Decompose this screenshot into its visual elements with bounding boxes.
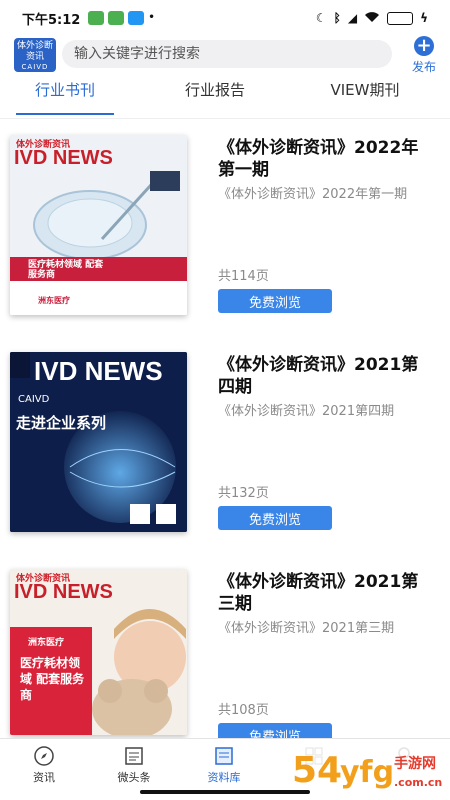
signal-icon: ◢	[347, 11, 358, 25]
cover-masthead: IVD NEWS	[34, 356, 163, 386]
bluetooth-icon: ᛒ	[333, 11, 341, 25]
item-page-count: 共108页	[218, 703, 269, 718]
app-header: 体外诊断 资讯 CAIVD + 发布	[0, 36, 450, 76]
cover-headline: 医疗耗材领域 配套服务商	[28, 260, 104, 280]
status-bar: 下午5:12 • ☾ ᛒ ◢ ϟ	[0, 0, 450, 36]
item-title[interactable]: 《体外诊断资讯》2022年第一期	[218, 137, 433, 181]
app-logo[interactable]: 体外诊断 资讯 CAIVD	[14, 38, 56, 72]
status-notification-icons: •	[88, 11, 155, 25]
item-title[interactable]: 《体外诊断资讯》2021第四期	[218, 354, 433, 398]
magazine-cover[interactable]: 体外诊断资讯 IVD NEWS 医疗耗材领域 配套服务商 洲东医疗	[10, 135, 187, 315]
newspaper-icon	[125, 747, 143, 765]
nav-news[interactable]: 资讯	[14, 745, 74, 785]
tab-industry-publications[interactable]: 行业书刊	[16, 78, 114, 118]
dot-icon: •	[148, 12, 155, 23]
cover-masthead: IVD NEWS	[14, 581, 113, 603]
magazine-cover[interactable]: 体外诊断资讯 IVD NEWS 洲东医疗 医疗耗材领域 配套服务商	[10, 569, 187, 735]
app-notification-icon	[108, 11, 125, 25]
app-notification-icon	[128, 11, 145, 25]
item-description: 《体外诊断资讯》2021第四期	[218, 404, 395, 419]
logo-text-1: 体外诊断	[16, 41, 53, 51]
category-tabs: 行业书刊 行业报告 VIEW期刊	[0, 78, 450, 118]
tab-divider	[0, 118, 450, 119]
tab-view-journal[interactable]: VIEW期刊	[310, 78, 420, 118]
cover-brand: 洲东医疗	[28, 638, 65, 648]
nav-label: 资料库	[207, 771, 241, 784]
library-icon	[215, 747, 233, 765]
free-read-button[interactable]: 免费浏览	[218, 289, 332, 313]
logo-sub: CAIVD	[21, 63, 49, 71]
publish-label: 发布	[411, 60, 436, 74]
moon-icon: ☾	[315, 11, 327, 25]
active-tab-indicator	[16, 113, 114, 115]
free-read-button[interactable]: 免费浏览	[218, 506, 332, 530]
svg-text:yfg: yfg	[340, 755, 394, 790]
cover-masthead: IVD NEWS	[14, 147, 113, 169]
cover-headline: 医疗耗材领域 配套服务商	[20, 656, 85, 702]
tab-industry-reports[interactable]: 行业报告	[160, 78, 270, 118]
status-time: 下午5:12	[22, 12, 81, 28]
search-input[interactable]	[62, 40, 392, 68]
item-description: 《体外诊断资讯》2021第三期	[218, 621, 395, 636]
publish-button[interactable]: + 发布	[404, 36, 444, 76]
status-indicators: ☾ ᛒ ◢ ϟ	[316, 11, 428, 26]
list-item[interactable]: IVD NEWS CAIVD 走进企业系列 《体外诊断资讯》2021第四期 《体…	[0, 352, 450, 562]
home-indicator	[140, 790, 310, 794]
item-description: 《体外诊断资讯》2022年第一期	[218, 187, 408, 202]
cover-brand: 洲东医疗	[38, 296, 70, 305]
svg-text:手游网: 手游网	[394, 755, 436, 772]
watermark-digits: 54	[292, 750, 342, 791]
battery-icon	[387, 11, 414, 25]
list-item[interactable]: 体外诊断资讯 IVD NEWS 医疗耗材领域 配套服务商 洲东医疗 《体外诊断资…	[0, 135, 450, 345]
wifi-icon	[364, 11, 380, 26]
app-notification-icon	[88, 11, 105, 25]
charging-icon: ϟ	[420, 11, 428, 25]
plus-icon: +	[414, 36, 434, 56]
logo-text-2: 资讯	[25, 52, 44, 62]
item-title[interactable]: 《体外诊断资讯》2021第三期	[218, 571, 433, 615]
nav-library[interactable]: 资料库	[194, 745, 254, 785]
cover-series: 走进企业系列	[16, 414, 107, 432]
compass-icon	[34, 746, 54, 766]
nav-label: 微头条	[117, 771, 151, 784]
magazine-cover[interactable]: IVD NEWS CAIVD 走进企业系列	[10, 352, 187, 532]
item-page-count: 共114页	[218, 269, 269, 284]
nav-label: 资讯	[33, 771, 55, 784]
item-page-count: 共132页	[218, 486, 269, 501]
nav-micro-headlines[interactable]: 微头条	[104, 745, 164, 785]
cover-tag: CAIVD	[18, 394, 50, 405]
svg-text:.com.cn: .com.cn	[394, 776, 442, 789]
site-watermark-logo: 54 yfg 手游网 .com.cn	[286, 742, 450, 798]
